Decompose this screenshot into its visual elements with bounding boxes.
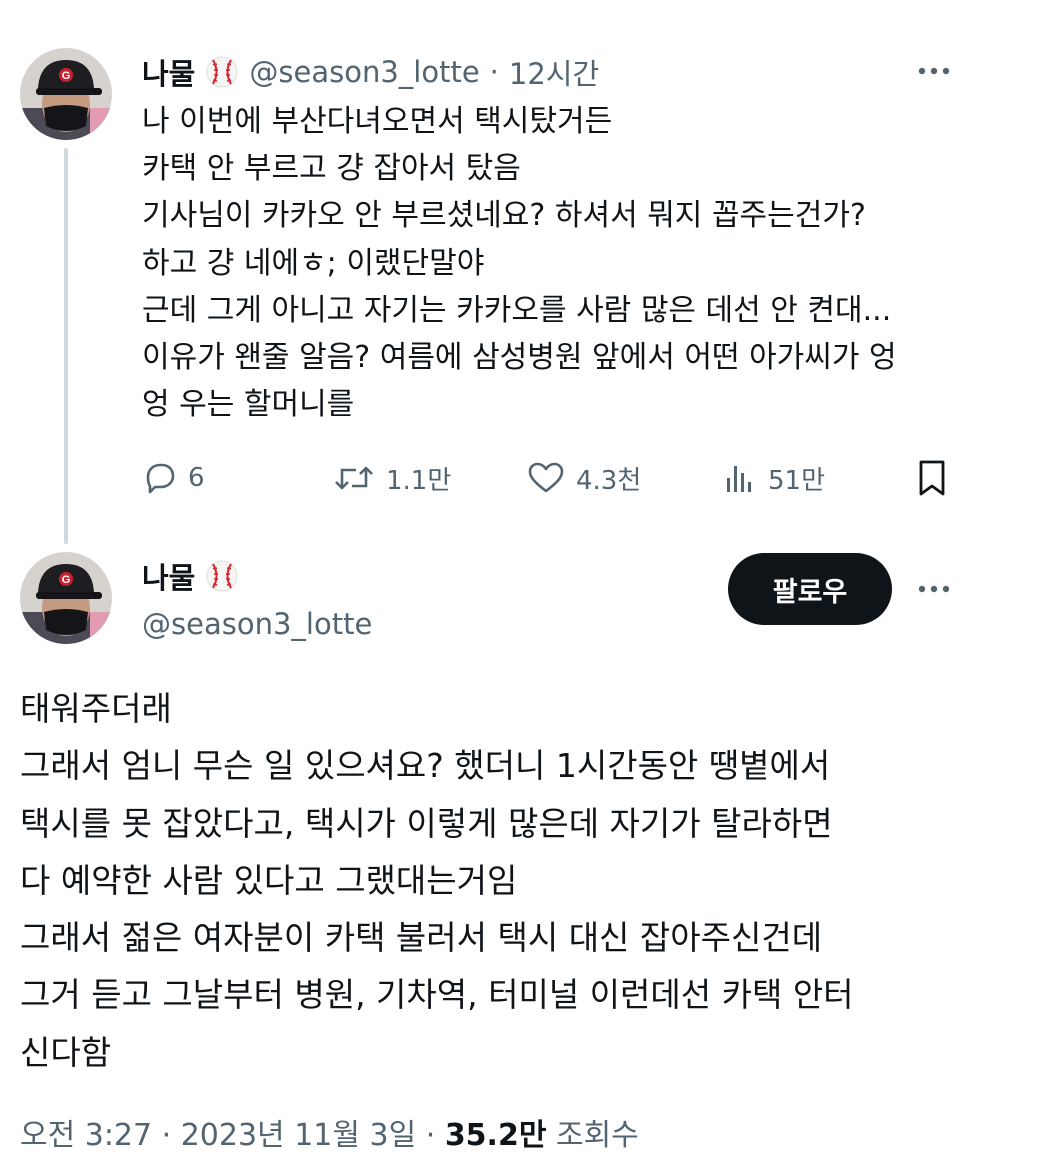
reply-icon [146, 463, 175, 494]
bookmark-button[interactable] [914, 456, 950, 500]
tweet-time[interactable]: 12시간 [509, 51, 599, 93]
views-label: 조회수 [546, 1118, 639, 1153]
baseball-icon [205, 559, 239, 593]
retweet-count: 1.1만 [386, 465, 452, 496]
avatar-image: G [20, 552, 112, 644]
tweet-header: 나물 @season3_lotte · 12시간 [142, 50, 599, 94]
views-count: 35.2만 [444, 1118, 547, 1153]
bookmark-icon [919, 460, 945, 496]
reply-count: 6 [188, 463, 205, 493]
retweet-icon [335, 466, 373, 490]
tweet-text-line: 이유가 왠줄 알음? 여름에 삼성병원 앞에서 어떤 아가씨가 엉 [142, 340, 897, 376]
avatar-image: G [20, 48, 112, 140]
tweet-text-line: 근데 그게 아니고 자기는 카카오를 사람 많은 데선 안 켠대... [142, 292, 892, 328]
avatar[interactable]: G [20, 48, 112, 140]
tweet-text-line: 그래서 젊은 여자분이 카택 불러서 택시 대신 잡아주신건데 [20, 918, 823, 958]
tweet-meta: 오전 3:27 · 2023년 11월 3일 · 35.2만 조회수 [20, 1110, 639, 1154]
tweet-timestamp[interactable]: 오전 3:27 · 2023년 11월 3일 · [20, 1118, 445, 1153]
tweet-text-line: 카택 안 부르고 걍 잡아서 탔음 [142, 151, 521, 187]
like-button[interactable]: 4.3천 [526, 456, 641, 500]
like-count: 4.3천 [576, 465, 642, 496]
heart-icon [528, 462, 564, 493]
views-count: 51만 [768, 465, 826, 496]
separator-dot: · [489, 55, 499, 89]
tweet-text-line: 하고 걍 네에ㅎ; 이랬단말야 [142, 245, 485, 281]
tweet-text-line: 엉 우는 할머니를 [142, 387, 355, 423]
author-handle[interactable]: @season3_lotte [249, 55, 479, 89]
tweet-text-line: 태워주더래 [20, 689, 172, 728]
baseball-icon [205, 55, 239, 89]
reply-button[interactable]: 6 [142, 456, 205, 500]
tweet-text: 태워주더래 그래서 엄니 무슨 일 있으셔요? 했더니 1시간동안 땡볕에서 택… [20, 680, 1030, 1081]
tweet-text-line: 다 예약한 사람 있다고 그랬대는거임 [20, 860, 518, 900]
tweet-text-line: 신다함 [20, 1032, 112, 1072]
avatar[interactable]: G [20, 552, 112, 644]
analytics-icon [727, 466, 751, 492]
follow-button[interactable]: 팔로우 [728, 553, 892, 625]
tweet-text-line: 그거 듣고 그날부터 병원, 기차역, 터미널 이런데선 카택 안터 [20, 975, 854, 1015]
tweet-text-line: 나 이번에 부산다녀오면서 택시탔거든 [142, 104, 613, 139]
author-handle[interactable]: @season3_lotte [142, 602, 372, 646]
svg-text:G: G [62, 70, 71, 82]
author-name[interactable]: 나물 [142, 555, 195, 597]
more-options-icon[interactable] [914, 579, 954, 599]
thread-connector-line [64, 148, 68, 544]
views-button[interactable]: 51만 [722, 456, 825, 500]
author-name[interactable]: 나물 [142, 51, 195, 93]
retweet-button[interactable]: 1.1만 [332, 456, 451, 500]
tweet-text-line: 기사님이 카카오 안 부르셨네요? 하셔서 뭐지 꼽주는건가? [142, 198, 866, 234]
tweet-text-line: 택시를 못 잡았다고, 택시가 이렇게 많은데 자기가 탈라하면 [20, 803, 833, 843]
tweet-text: 나 이번에 부산다녀오면서 택시탔거든 카택 안 부르고 걍 잡아서 탔음 기사… [142, 98, 1002, 428]
author-name-row: 나물 [142, 554, 239, 598]
more-options-icon[interactable] [914, 61, 954, 81]
svg-text:G: G [62, 574, 71, 586]
tweet-text-line: 그래서 엄니 무슨 일 있으셔요? 했더니 1시간동안 땡볕에서 [20, 746, 831, 786]
